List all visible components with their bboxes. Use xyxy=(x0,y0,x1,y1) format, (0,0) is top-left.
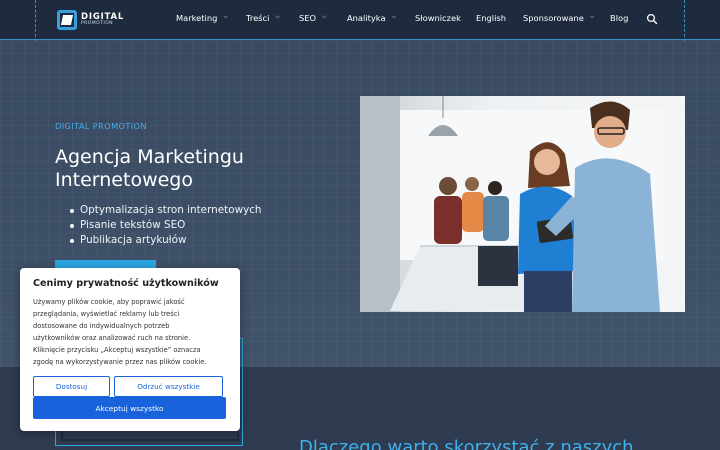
accept-all-button[interactable]: Akceptuj wszystko xyxy=(33,397,226,419)
nav-item-seo[interactable]: SEO ⌵ xyxy=(299,13,327,23)
cookie-description: Używamy plików cookie, aby poprawić jako… xyxy=(33,296,229,368)
nav-item-label: Treści xyxy=(246,13,270,23)
customize-button[interactable]: Dostosuj xyxy=(33,376,110,397)
list-item: Publikacja artykułów xyxy=(70,233,262,248)
list-item: Pisanie tekstów SEO xyxy=(70,218,262,233)
section-title: Dlaczego warto skorzystać z naszych xyxy=(299,437,634,450)
cookie-text-line: przeglądania, wyświetlać reklamy lub tre… xyxy=(33,310,180,318)
hero-title: Agencja Marketingu Internetowego xyxy=(55,146,244,191)
cookie-text-line: zgodę na wykorzystywanie przez nas plikó… xyxy=(33,358,207,366)
search-icon[interactable] xyxy=(646,13,658,25)
cookie-text-line: Używamy plików cookie, aby poprawić jako… xyxy=(33,298,185,306)
nav-item-slowniczek[interactable]: Słowniczek xyxy=(415,13,461,23)
cookie-text-line: dostosowane do indywidualnych potrzeb xyxy=(33,322,170,330)
nav-item-sponsorowane[interactable]: Sponsorowane ⌵ xyxy=(523,13,594,23)
cookie-consent-dialog: Cenimy prywatność użytkowników Używamy p… xyxy=(20,268,240,431)
nav-item-label: SEO xyxy=(299,13,317,23)
nav-item-label: Blog xyxy=(610,13,629,23)
cookie-title: Cenimy prywatność użytkowników xyxy=(33,278,219,289)
list-item: Optymalizacja stron internetowych xyxy=(70,204,262,216)
chevron-down-icon: ⌵ xyxy=(322,13,327,20)
nav-item-label: Sponsorowane xyxy=(523,13,584,23)
nav-item-label: Słowniczek xyxy=(415,13,461,23)
nav-item-label: Analityka xyxy=(347,13,386,23)
nav-item-label: English xyxy=(476,13,506,23)
hero-photo xyxy=(360,96,685,312)
reject-all-button[interactable]: Odrzuć wszystkie xyxy=(114,376,223,397)
chevron-down-icon: ⌵ xyxy=(223,13,228,20)
nav-item-label: Marketing xyxy=(176,13,218,23)
hero-kicker: DIGITAL PROMOTION xyxy=(55,121,147,131)
chevron-down-icon: ⌵ xyxy=(391,13,397,20)
team-meeting-image xyxy=(360,96,685,312)
nav-item-blog[interactable]: Blog xyxy=(610,13,628,23)
cookie-text-line: Kliknięcie przycisku „Akceptuj wszystkie… xyxy=(33,346,201,354)
nav-item-english[interactable]: English xyxy=(476,13,506,23)
hero-bullet-list: Optymalizacja stron internetowych Pisani… xyxy=(70,203,262,248)
cookie-text-line: użytkowników oraz analizować ruch na str… xyxy=(33,334,191,342)
main-nav: Marketing ⌵ Treści ⌵ SEO ⌵ Analityka ⌵ S… xyxy=(0,0,720,40)
nav-item-analityka[interactable]: Analityka ⌵ xyxy=(347,13,396,23)
chevron-down-icon: ⌵ xyxy=(589,13,595,20)
nav-item-tresci[interactable]: Treści ⌵ xyxy=(246,13,280,23)
site-header: DIGITAL PROMOTION Marketing ⌵ Treści ⌵ S… xyxy=(0,0,720,40)
chevron-down-icon: ⌵ xyxy=(275,13,280,20)
nav-item-marketing[interactable]: Marketing ⌵ xyxy=(176,13,228,23)
